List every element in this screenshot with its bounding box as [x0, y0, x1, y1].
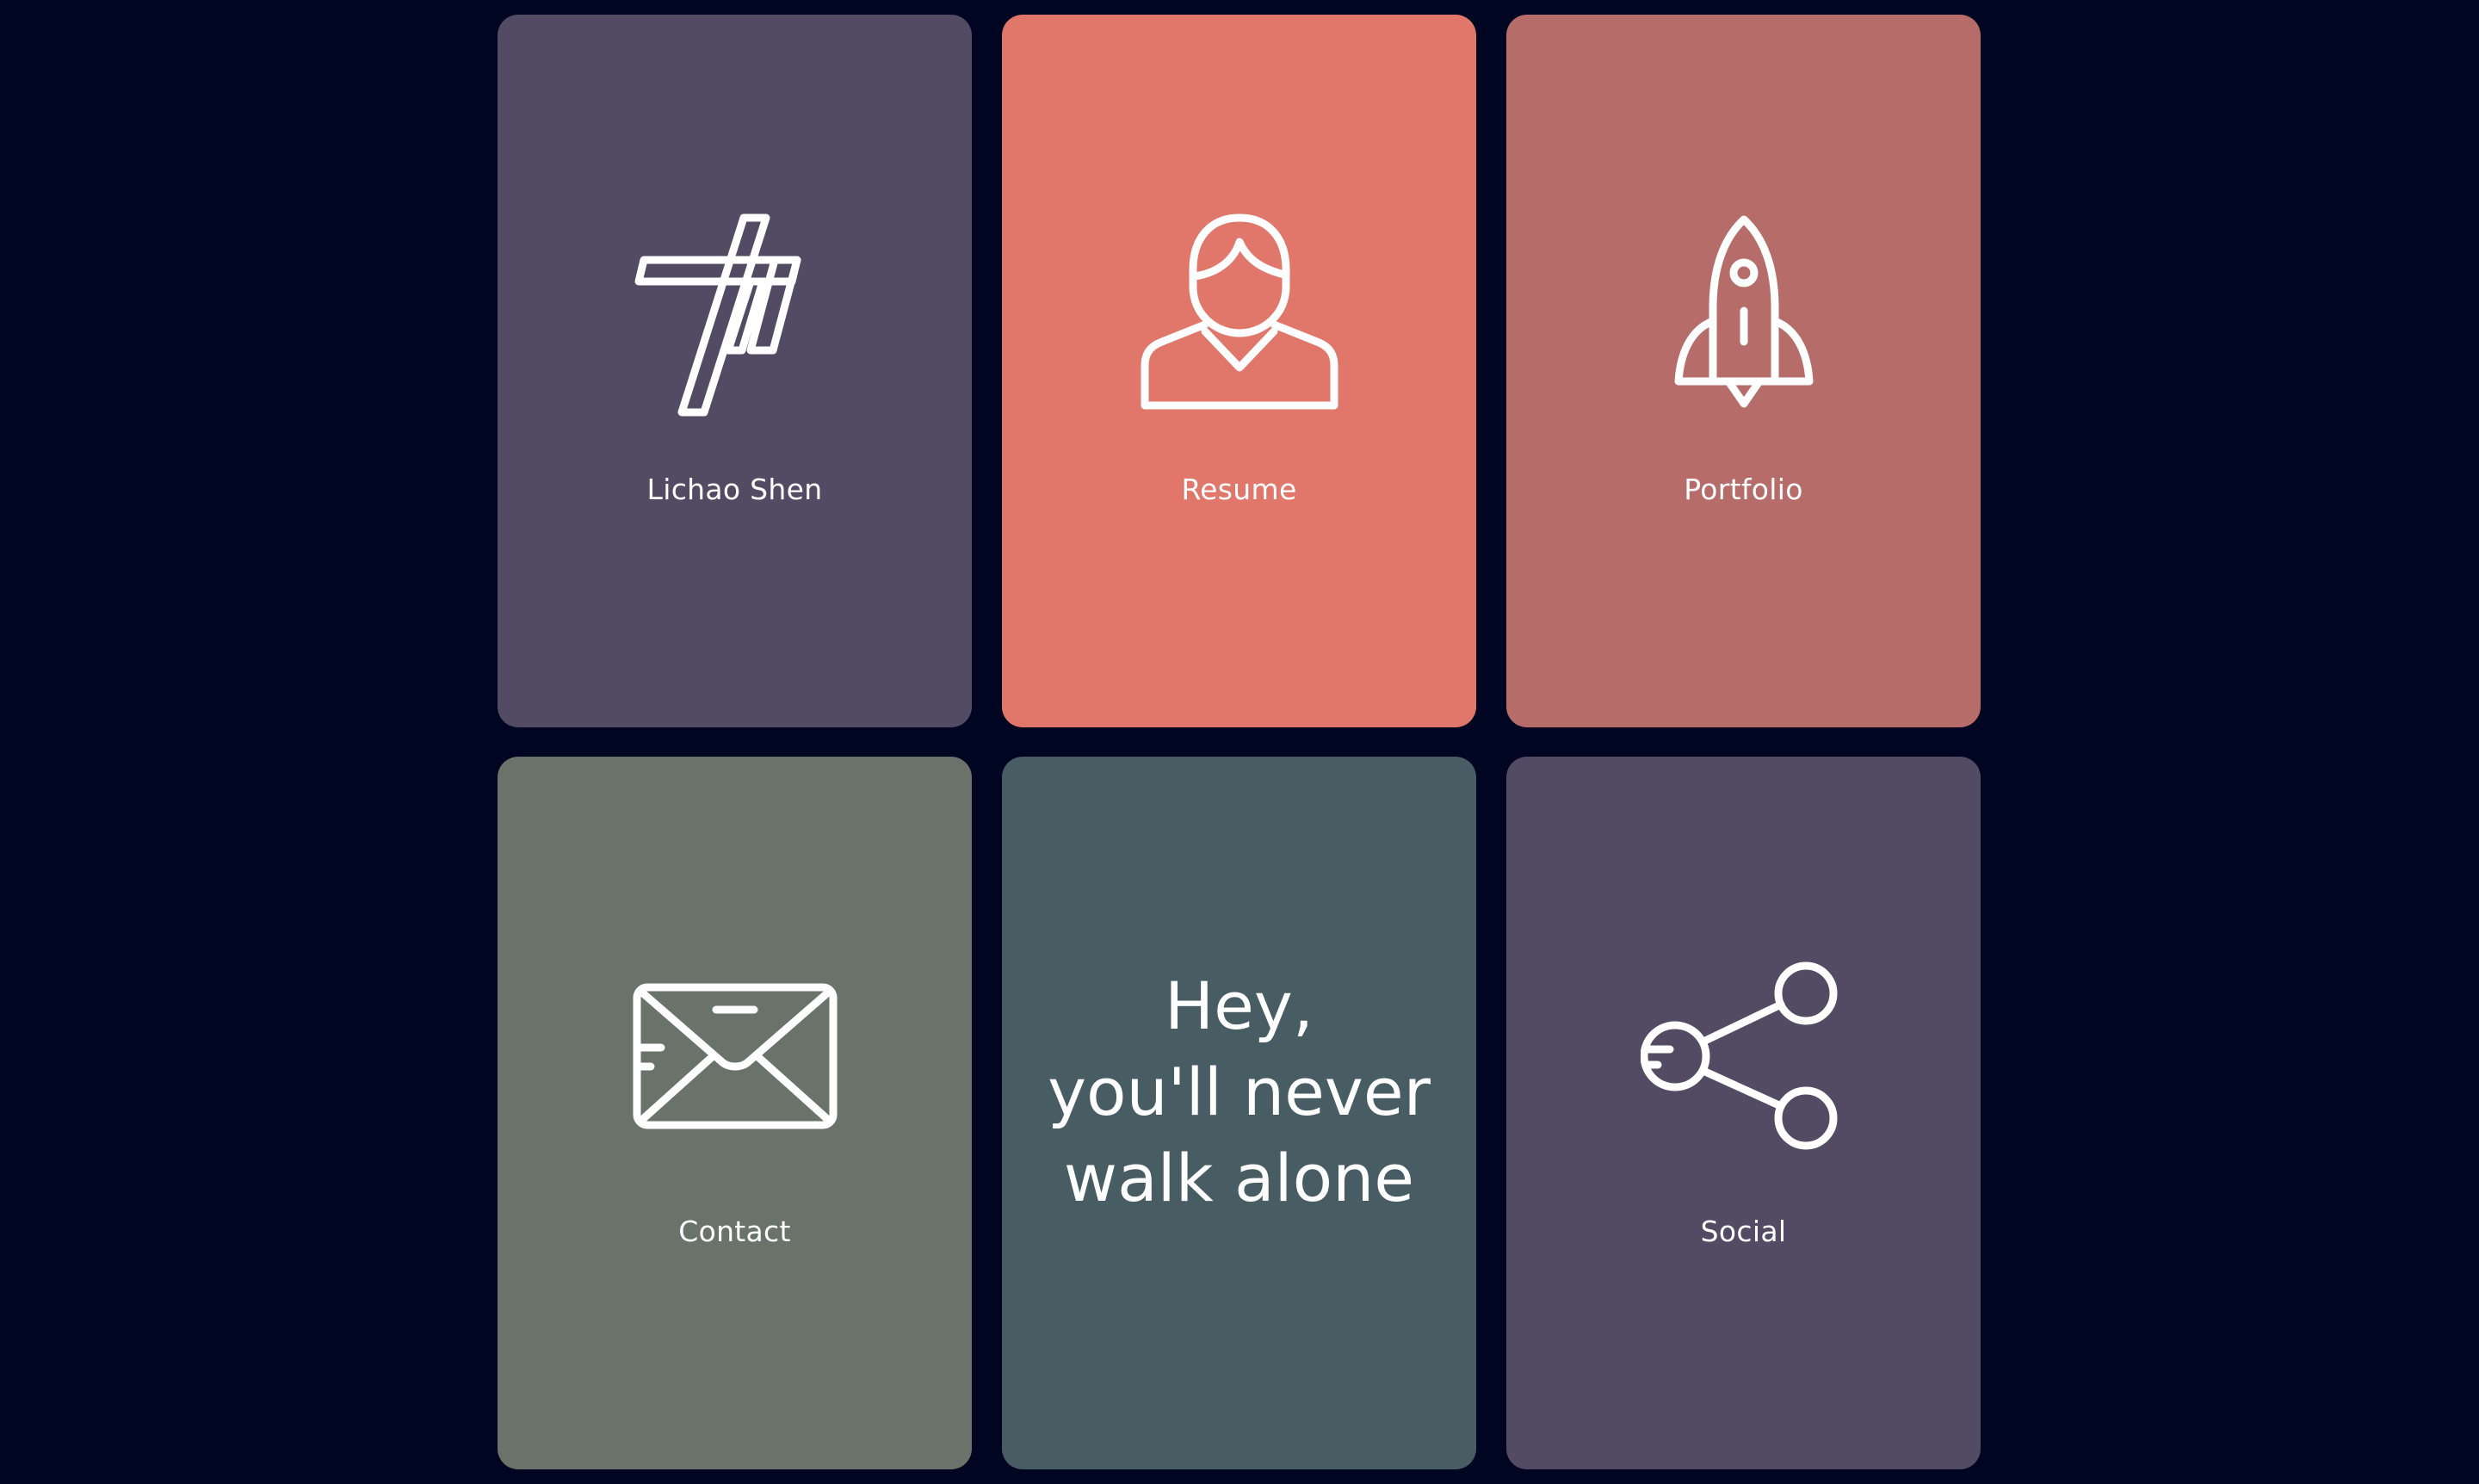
- card-label: Social: [1700, 1215, 1787, 1248]
- card-grid: Lichao Shen Resume Portfolio Contact Hey…: [0, 0, 2479, 1484]
- quote-line-2: you'll never: [1048, 1054, 1431, 1130]
- card-quote: Hey, you'll never walk alone: [1002, 757, 1476, 1469]
- card-label: Lichao Shen: [646, 473, 823, 506]
- card-label: Portfolio: [1684, 473, 1803, 506]
- quote-line-3: walk alone: [1063, 1140, 1415, 1216]
- person-icon: [1136, 213, 1343, 419]
- card-label: Resume: [1181, 473, 1297, 506]
- envelope-icon: [632, 955, 838, 1161]
- card-social[interactable]: Social: [1506, 757, 1981, 1469]
- card-label: Contact: [678, 1215, 791, 1248]
- card-lichao-shen[interactable]: Lichao Shen: [498, 15, 972, 727]
- share-icon: [1640, 955, 1847, 1161]
- quote-line-1: Hey,: [1164, 968, 1314, 1044]
- monogram-logo-icon: [632, 213, 838, 419]
- card-portfolio[interactable]: Portfolio: [1506, 15, 1981, 727]
- quote-text: Hey, you'll never walk alone: [1002, 963, 1476, 1221]
- card-contact[interactable]: Contact: [498, 757, 972, 1469]
- rocket-icon: [1641, 213, 1847, 419]
- card-resume[interactable]: Resume: [1002, 15, 1476, 727]
